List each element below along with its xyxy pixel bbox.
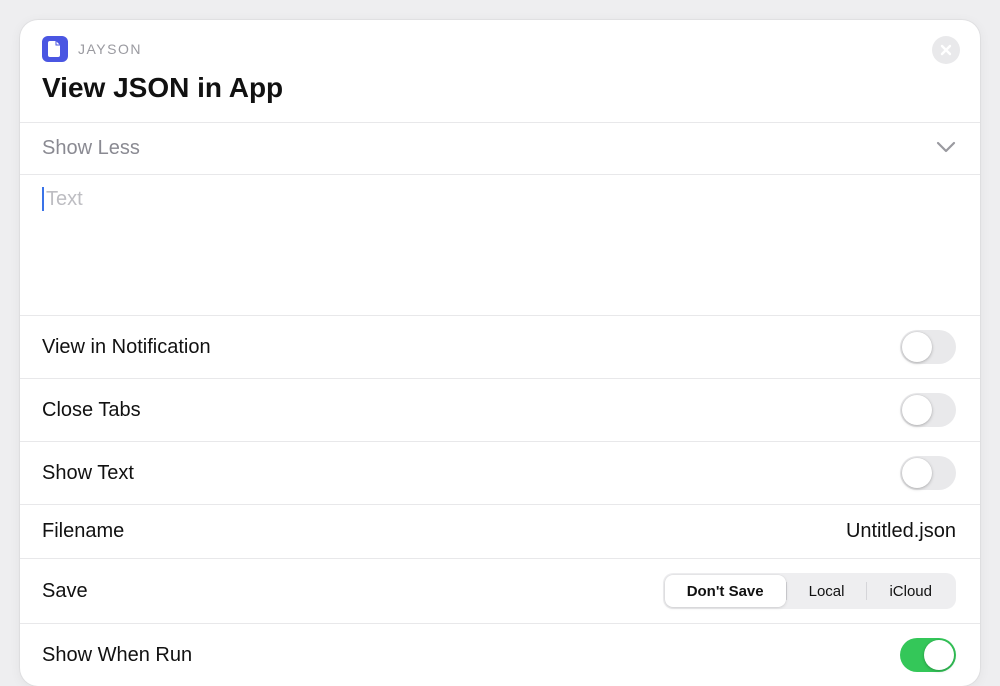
toggle-close-tabs[interactable] [900,393,956,427]
label-view-in-notification: View in Notification [42,336,211,359]
toggle-view-in-notification[interactable] [900,330,956,364]
row-view-in-notification: View in Notification [20,315,980,378]
label-save: Save [42,580,88,603]
label-close-tabs: Close Tabs [42,399,141,422]
label-show-when-run: Show When Run [42,644,192,667]
card-header: JAYSON View JSON in App [20,20,980,122]
row-show-text: Show Text [20,441,980,504]
chevron-down-icon [936,140,956,158]
app-row: JAYSON [42,36,956,62]
action-title: View JSON in App [42,72,956,104]
app-name: JAYSON [78,41,142,57]
save-seg-icloud[interactable]: iCloud [867,575,954,607]
text-input-area[interactable]: Text [20,175,980,315]
row-save: Save Don't Save Local iCloud [20,558,980,623]
row-close-tabs: Close Tabs [20,378,980,441]
text-placeholder: Text [46,188,83,211]
save-seg-local[interactable]: Local [787,575,867,607]
value-filename[interactable]: Untitled.json [846,520,956,543]
toggle-show-text[interactable] [900,456,956,490]
label-show-text: Show Text [42,462,134,485]
save-segmented-control: Don't Save Local iCloud [663,573,956,609]
row-filename: Filename Untitled.json [20,504,980,558]
action-card: JAYSON View JSON in App Show Less Text V… [20,20,980,686]
text-cursor [42,187,44,211]
show-less-row[interactable]: Show Less [20,123,980,174]
label-filename: Filename [42,520,124,543]
close-icon [940,44,952,56]
toggle-show-when-run[interactable] [900,638,956,672]
save-seg-dont-save[interactable]: Don't Save [665,575,786,607]
close-button[interactable] [932,36,960,64]
show-less-label: Show Less [42,137,140,160]
row-show-when-run: Show When Run [20,623,980,686]
app-icon [42,36,68,62]
document-icon [48,41,62,57]
